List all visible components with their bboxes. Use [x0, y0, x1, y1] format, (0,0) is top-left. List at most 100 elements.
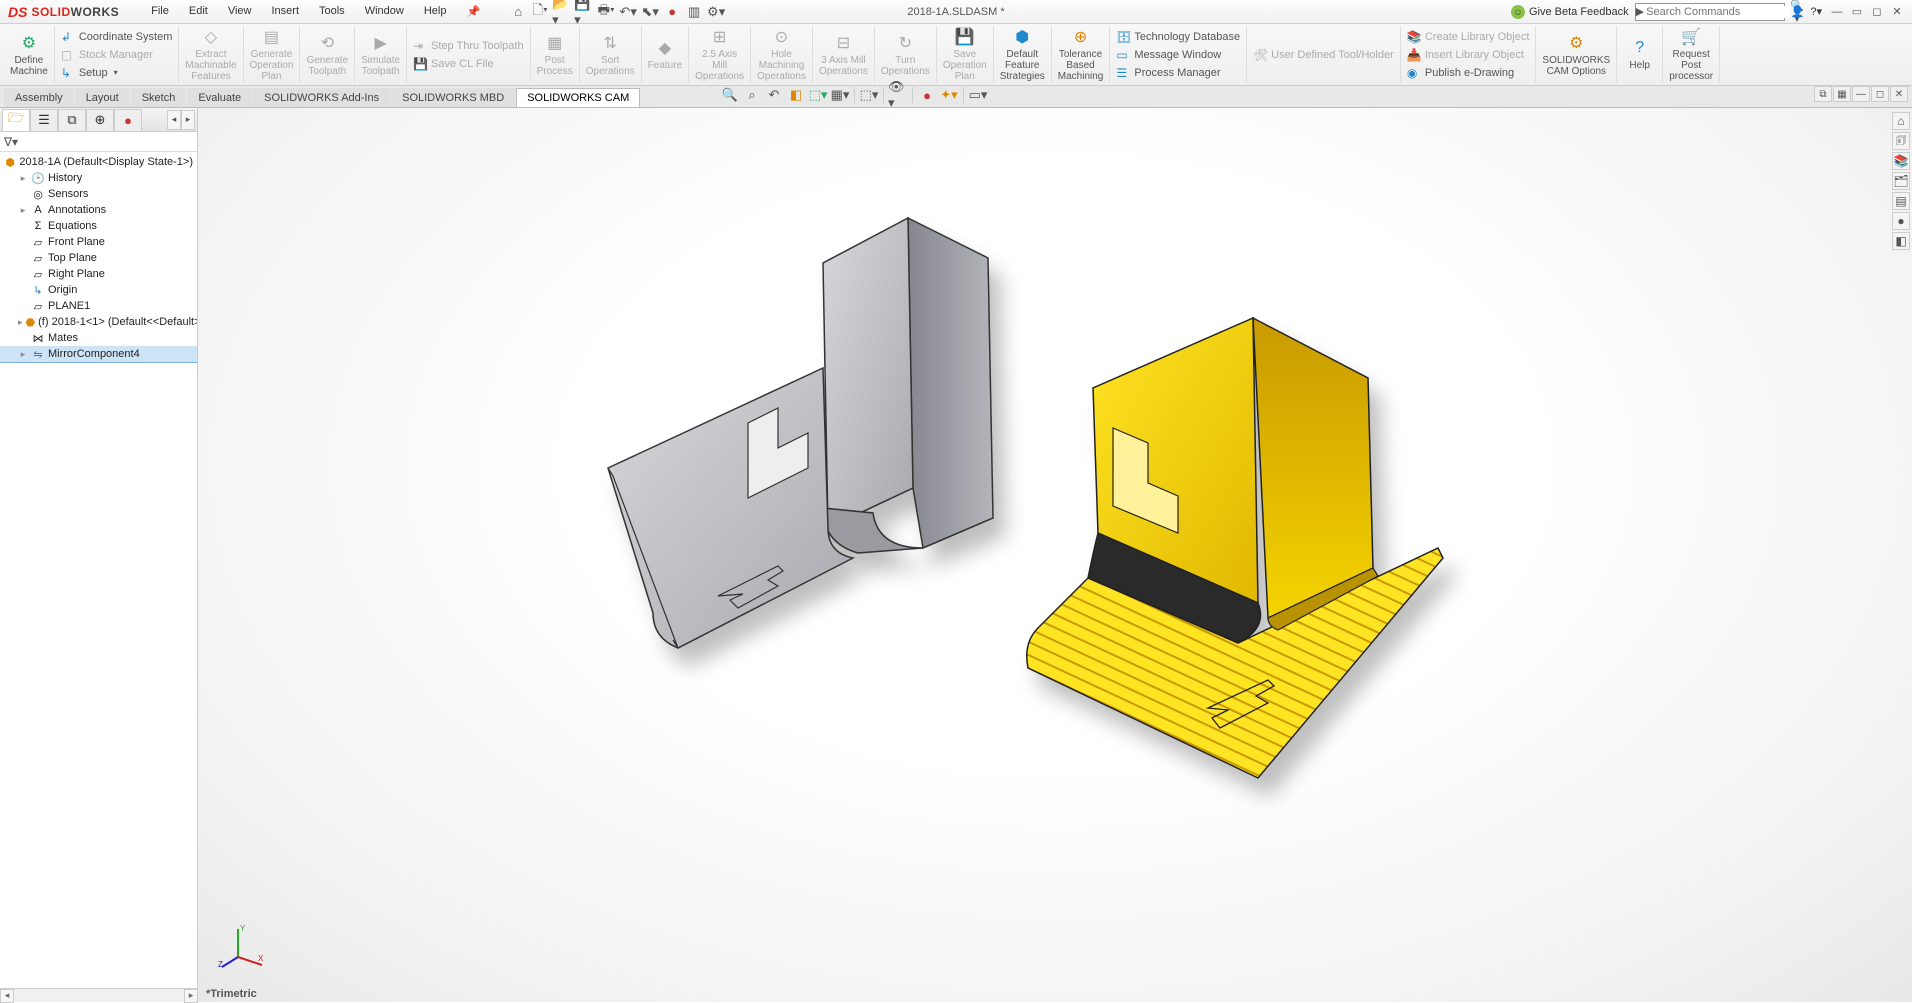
expand-icon[interactable]: ▸	[18, 349, 28, 360]
help-button[interactable]: ?Help	[1617, 26, 1663, 83]
maximize-button[interactable]: ◻	[1868, 4, 1886, 20]
tab-mbd[interactable]: SOLIDWORKS MBD	[391, 88, 515, 107]
tree-plane1[interactable]: ▱PLANE1	[0, 298, 197, 314]
scroll-right-icon[interactable]: ▸	[184, 989, 198, 1003]
taskpane-view-icon[interactable]: ▤	[1892, 192, 1910, 210]
sort-operations-button[interactable]: ⇅Sort Operations	[580, 26, 642, 83]
publish-edrawing-button[interactable]: ◉Publish e-Drawing	[1407, 65, 1530, 81]
menu-view[interactable]: View	[220, 2, 260, 21]
select-icon[interactable]: ⬉▾	[640, 2, 660, 22]
tree-filter[interactable]: ∇▾	[0, 132, 197, 152]
create-library-button[interactable]: 📚Create Library Object	[1407, 29, 1530, 45]
tree-equations[interactable]: ΣEquations	[0, 218, 197, 234]
options-icon[interactable]: ▥	[684, 2, 704, 22]
zoom-area-icon[interactable]: ⌕	[742, 85, 762, 105]
previous-view-icon[interactable]: ↶	[764, 85, 784, 105]
save-icon[interactable]: 💾▾	[574, 2, 594, 22]
menu-window[interactable]: Window	[357, 2, 412, 21]
panel-shift-right-icon[interactable]: ▸	[181, 110, 195, 130]
view-orientation-icon[interactable]: ⬚▾	[808, 85, 828, 105]
save-cl-button[interactable]: 💾Save CL File	[413, 56, 524, 72]
default-feature-strategies-button[interactable]: ⬢Default Feature Strategies	[994, 26, 1052, 83]
tree-top-plane[interactable]: ▱Top Plane	[0, 250, 197, 266]
taskpane-appearance-icon[interactable]: ●	[1892, 212, 1910, 230]
tab-assembly[interactable]: Assembly	[4, 88, 74, 107]
scroll-left-icon[interactable]: ◂	[0, 989, 14, 1003]
panel-tab-configmgr[interactable]: ⧉	[58, 109, 86, 131]
taskpane-explorer-icon[interactable]: 🗂	[1892, 172, 1910, 190]
help-icon[interactable]: ?▾	[1810, 5, 1822, 18]
home-icon[interactable]: ⌂	[508, 2, 528, 22]
message-window-button[interactable]: ▭Message Window	[1116, 47, 1240, 63]
tab-sketch[interactable]: Sketch	[131, 88, 187, 107]
menu-insert[interactable]: Insert	[263, 2, 307, 21]
setup-button[interactable]: ↳Setup▾	[61, 65, 173, 81]
post-process-button[interactable]: ▦Post Process	[531, 26, 580, 83]
new-icon[interactable]: 🗋▾	[530, 2, 550, 22]
user-icon[interactable]: 👤	[1791, 5, 1805, 18]
undo-icon[interactable]: ↶▾	[618, 2, 638, 22]
step-thru-button[interactable]: ⇥Step Thru Toolpath	[413, 38, 524, 54]
taskpane-home-icon[interactable]: ⌂	[1892, 112, 1910, 130]
stock-manager-button[interactable]: ▢Stock Manager	[61, 47, 173, 63]
generate-op-plan-button[interactable]: ▤Generate Operation Plan	[244, 26, 301, 83]
panel-tab-propertymgr[interactable]: ☰	[30, 109, 58, 131]
tab-cam[interactable]: SOLIDWORKS CAM	[516, 88, 640, 107]
tab-evaluate[interactable]: Evaluate	[187, 88, 252, 107]
display-style-icon[interactable]: ▦▾	[830, 85, 850, 105]
tree-sensors[interactable]: ◎Sensors	[0, 186, 197, 202]
doc-tile-icon[interactable]: ▦	[1833, 86, 1851, 102]
taskpane-custom-icon[interactable]: ◧	[1892, 232, 1910, 250]
settings-icon[interactable]: ⚙▾	[706, 2, 726, 22]
tab-addins[interactable]: SOLIDWORKS Add-Ins	[253, 88, 390, 107]
rebuild-icon[interactable]: ●	[662, 2, 682, 22]
save-op-plan-button[interactable]: 💾Save Operation Plan	[937, 26, 994, 83]
coordinate-system-button[interactable]: ↲Coordinate System	[61, 29, 173, 45]
doc-close-icon[interactable]: ✕	[1890, 86, 1908, 102]
doc-restore-icon[interactable]: ◻	[1871, 86, 1889, 102]
tree-component-1[interactable]: ▸⬣(f) 2018-1<1> (Default<<Default>_Dis	[0, 314, 197, 330]
view-misc-icon[interactable]: ▭▾	[968, 85, 988, 105]
section-view-icon[interactable]: ◧	[786, 85, 806, 105]
tolerance-based-button[interactable]: ⊕Tolerance Based Machining	[1052, 26, 1111, 83]
panel-shift-left-icon[interactable]: ◂	[167, 110, 181, 130]
scroll-track[interactable]	[14, 990, 184, 1002]
zoom-fit-icon[interactable]: 🔍	[720, 85, 740, 105]
menu-tools[interactable]: Tools	[311, 2, 353, 21]
apply-scene-icon[interactable]: ●	[917, 85, 937, 105]
minimize-button[interactable]: —	[1828, 4, 1846, 20]
simulate-toolpath-button[interactable]: ▶Simulate Toolpath	[355, 26, 407, 83]
search-input[interactable]	[1644, 6, 1790, 18]
edit-appearance-icon[interactable]: 👁▾	[888, 85, 908, 105]
print-icon[interactable]: 🖶▾	[596, 2, 616, 22]
process-manager-button[interactable]: ☰Process Manager	[1116, 65, 1240, 81]
open-icon[interactable]: 📂▾	[552, 2, 572, 22]
view-triad[interactable]: Y X Z	[218, 921, 266, 972]
expand-icon[interactable]: ▸	[18, 205, 28, 216]
expand-icon[interactable]: ▸	[18, 317, 23, 328]
tree-front-plane[interactable]: ▱Front Plane	[0, 234, 197, 250]
cam-options-button[interactable]: ⚙SOLIDWORKS CAM Options	[1536, 26, 1617, 83]
view-settings-icon[interactable]: ✦▾	[939, 85, 959, 105]
menu-help[interactable]: Help	[416, 2, 455, 21]
extract-features-button[interactable]: ◇Extract Machinable Features	[179, 26, 243, 83]
tree-right-plane[interactable]: ▱Right Plane	[0, 266, 197, 282]
menu-edit[interactable]: Edit	[181, 2, 216, 21]
close-button[interactable]: ✕	[1888, 4, 1906, 20]
search-commands[interactable]: ▶ 🔍▾	[1635, 3, 1785, 21]
user-tool-holder-button[interactable]: 🛠User Defined Tool/Holder	[1253, 47, 1394, 63]
generate-toolpath-button[interactable]: ⟲Generate Toolpath	[300, 26, 355, 83]
menu-file[interactable]: File	[143, 2, 177, 21]
panel-tab-featuremgr[interactable]: 🗁	[2, 109, 30, 131]
part-mirrored[interactable]	[838, 308, 1478, 831]
hole-machining-button[interactable]: ⊙Hole Machining Operations	[751, 26, 813, 83]
graphics-viewport[interactable]: Y X Z *Trimetric ⌂ 🗊 📚 🗂 ▤ ● ◧	[198, 108, 1912, 1002]
menu-pin-icon[interactable]: 📌	[458, 2, 488, 21]
tree-mirror-component[interactable]: ▸⇋MirrorComponent4	[0, 346, 197, 363]
tree-root[interactable]: ⬢2018-1A (Default<Display State-1>)	[0, 154, 197, 170]
taskpane-resources-icon[interactable]: 🗊	[1892, 132, 1910, 150]
taskpane-library-icon[interactable]: 📚	[1892, 152, 1910, 170]
tree-mates[interactable]: ⋈Mates	[0, 330, 197, 346]
insert-library-button[interactable]: 📥Insert Library Object	[1407, 47, 1530, 63]
technology-database-button[interactable]: 🗄Technology Database	[1116, 29, 1240, 45]
